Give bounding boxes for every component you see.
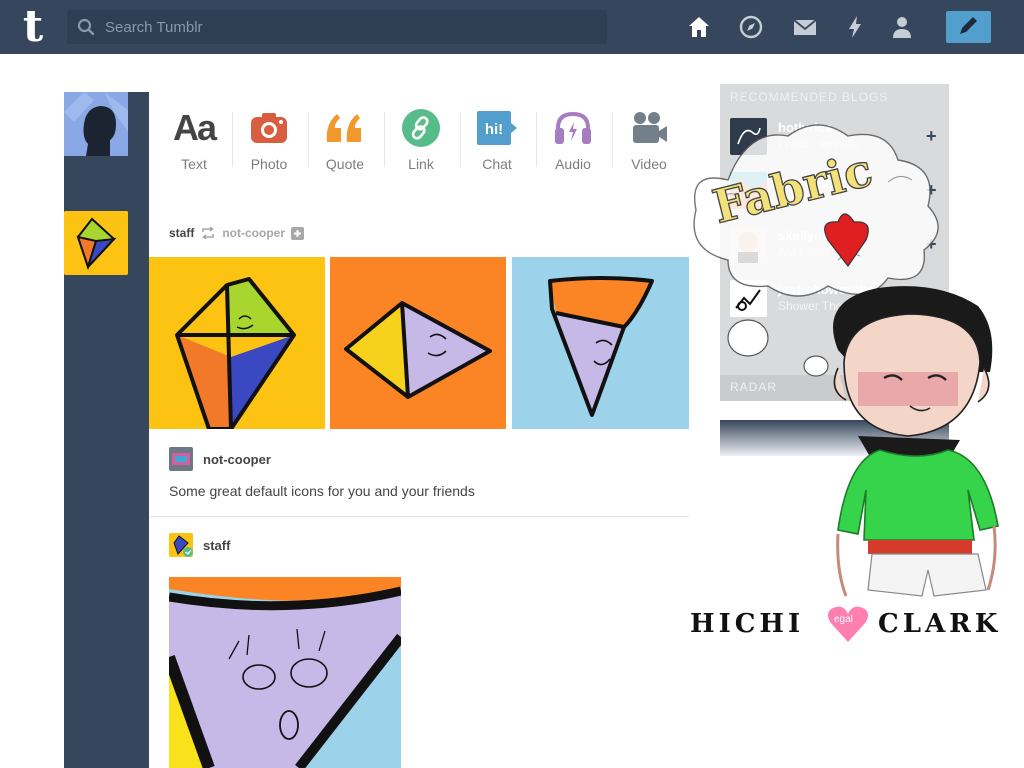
reblog-author[interactable]: not-cooper bbox=[203, 452, 271, 467]
post-type-bar: Aa Text Photo Quote Link hi! Chat Audio … bbox=[149, 92, 689, 190]
top-bar: t bbox=[0, 0, 1024, 54]
kite-drawing-image bbox=[330, 257, 506, 429]
kite-avatar-icon bbox=[64, 211, 128, 275]
sidebar-title: RECOMMENDED BLOGS bbox=[730, 90, 889, 104]
home-icon[interactable] bbox=[686, 14, 712, 40]
not-cooper-avatar[interactable] bbox=[169, 447, 193, 471]
photo-tile[interactable] bbox=[330, 257, 506, 429]
post-photo[interactable] bbox=[169, 577, 401, 768]
follow-plus-icon[interactable]: + bbox=[926, 288, 937, 309]
post-type-chat[interactable]: hi! Chat bbox=[459, 106, 535, 176]
link-icon bbox=[402, 109, 440, 147]
photo-tile[interactable] bbox=[512, 257, 689, 429]
wordmark-right: CLARK bbox=[878, 609, 1002, 639]
headphones-icon bbox=[555, 111, 591, 144]
blog-subtitle: Am Flight bbox=[778, 245, 829, 259]
kite-drawing-image bbox=[512, 257, 689, 429]
post-type-photo[interactable]: Photo bbox=[231, 106, 307, 176]
search-input[interactable] bbox=[105, 10, 595, 44]
post-type-video[interactable]: Video bbox=[611, 106, 687, 176]
blog-avatar bbox=[730, 226, 767, 263]
follow-plus-icon[interactable]: + bbox=[926, 234, 937, 255]
post-type-text[interactable]: Aa Text bbox=[156, 106, 232, 176]
hichi-clark-wordmark: HICHI egal CLARK bbox=[690, 604, 1020, 644]
post-header: staff not-cooper bbox=[169, 226, 305, 240]
explore-compass-icon[interactable] bbox=[738, 14, 764, 40]
post-type-quote[interactable]: Quote bbox=[307, 106, 383, 176]
post-caption: Some great default icons for you and you… bbox=[169, 483, 475, 499]
radar-header: RADAR bbox=[720, 375, 949, 401]
recommended-blog-item[interactable]: hotlyrics Lyrics - Inspirin + bbox=[730, 118, 945, 166]
kite-closeup-image bbox=[169, 577, 401, 768]
text-aa-icon: Aa bbox=[172, 107, 217, 148]
kite-avatar-icon bbox=[169, 533, 193, 557]
post-type-label: Link bbox=[408, 156, 434, 172]
recommended-sidebar: RECOMMENDED BLOGS hotlyrics Lyrics - Ins… bbox=[720, 84, 949, 400]
post-type-label: Audio bbox=[555, 156, 591, 172]
radar-post-image[interactable] bbox=[720, 420, 949, 456]
account-person-icon[interactable] bbox=[889, 14, 915, 40]
post-type-label: Quote bbox=[325, 156, 365, 172]
post-type-label: Video bbox=[631, 156, 667, 172]
video-camera-icon bbox=[633, 112, 667, 143]
photo-tile[interactable] bbox=[149, 257, 325, 429]
kite-drawing-image bbox=[149, 257, 325, 429]
search-icon bbox=[77, 18, 95, 36]
post-type-audio[interactable]: Audio bbox=[535, 106, 611, 176]
quote-icon bbox=[326, 114, 361, 142]
recommended-blog-item[interactable]: just-shower-thou Shower Thoughts + bbox=[730, 280, 945, 328]
reblogged-from[interactable]: not-cooper bbox=[222, 226, 285, 240]
post-author[interactable]: staff bbox=[169, 226, 194, 240]
silhouette-icon bbox=[64, 92, 128, 156]
post-type-label: Text bbox=[181, 156, 207, 172]
inbox-envelope-icon[interactable] bbox=[792, 14, 818, 40]
wordmark-left: HICHI bbox=[690, 609, 805, 639]
camera-icon bbox=[251, 113, 287, 143]
post-author[interactable]: staff bbox=[203, 538, 230, 553]
staff-mini-avatar[interactable] bbox=[169, 533, 193, 557]
follow-plus-icon[interactable]: + bbox=[926, 126, 937, 147]
recommended-blog-item[interactable]: skellydun Am Flight + bbox=[730, 226, 945, 274]
activity-lightning-icon[interactable] bbox=[842, 14, 868, 40]
svg-text:hi!: hi! bbox=[485, 121, 503, 138]
blog-avatar bbox=[730, 118, 767, 155]
dashboard-post: staff not-cooper not-cooper Some great d… bbox=[149, 211, 689, 768]
blog-avatar bbox=[730, 172, 767, 209]
post-type-label: Chat bbox=[482, 156, 512, 172]
blog-subtitle: Shower Thoughts bbox=[778, 299, 872, 313]
compose-button[interactable] bbox=[946, 11, 991, 43]
user-avatar[interactable] bbox=[64, 92, 128, 156]
blog-name: skellydun bbox=[778, 228, 838, 243]
wordmark-heart-text: egal bbox=[834, 614, 853, 625]
blog-subtitle: Lyrics - Inspirin bbox=[778, 137, 859, 151]
dashboard-rail bbox=[64, 92, 149, 768]
tumblr-logo[interactable]: t bbox=[14, 5, 52, 49]
blog-name: just-shower-thou bbox=[778, 282, 884, 297]
staff-avatar[interactable] bbox=[64, 211, 128, 275]
follow-plus-icon[interactable]: + bbox=[926, 180, 937, 201]
chat-bubble-icon: hi! bbox=[477, 111, 517, 145]
avatar-thumbnail-icon bbox=[169, 447, 193, 471]
reblog-icon bbox=[202, 227, 215, 239]
heart-icon: egal bbox=[826, 604, 870, 644]
radar-title: RADAR bbox=[730, 380, 778, 394]
blog-name: coloring bbox=[778, 174, 830, 189]
post-attribution: staff bbox=[169, 533, 230, 557]
reblog-attribution: not-cooper bbox=[169, 447, 271, 471]
post-type-link[interactable]: Link bbox=[383, 106, 459, 176]
blog-name: hotlyrics bbox=[778, 120, 833, 135]
divider bbox=[149, 516, 689, 517]
recommended-blog-item[interactable]: coloring + bbox=[730, 172, 945, 220]
search-box[interactable] bbox=[67, 10, 607, 44]
follow-plus-icon[interactable] bbox=[291, 226, 305, 240]
post-type-label: Photo bbox=[250, 156, 288, 172]
blog-avatar bbox=[730, 280, 767, 317]
pencil-icon bbox=[960, 17, 977, 34]
